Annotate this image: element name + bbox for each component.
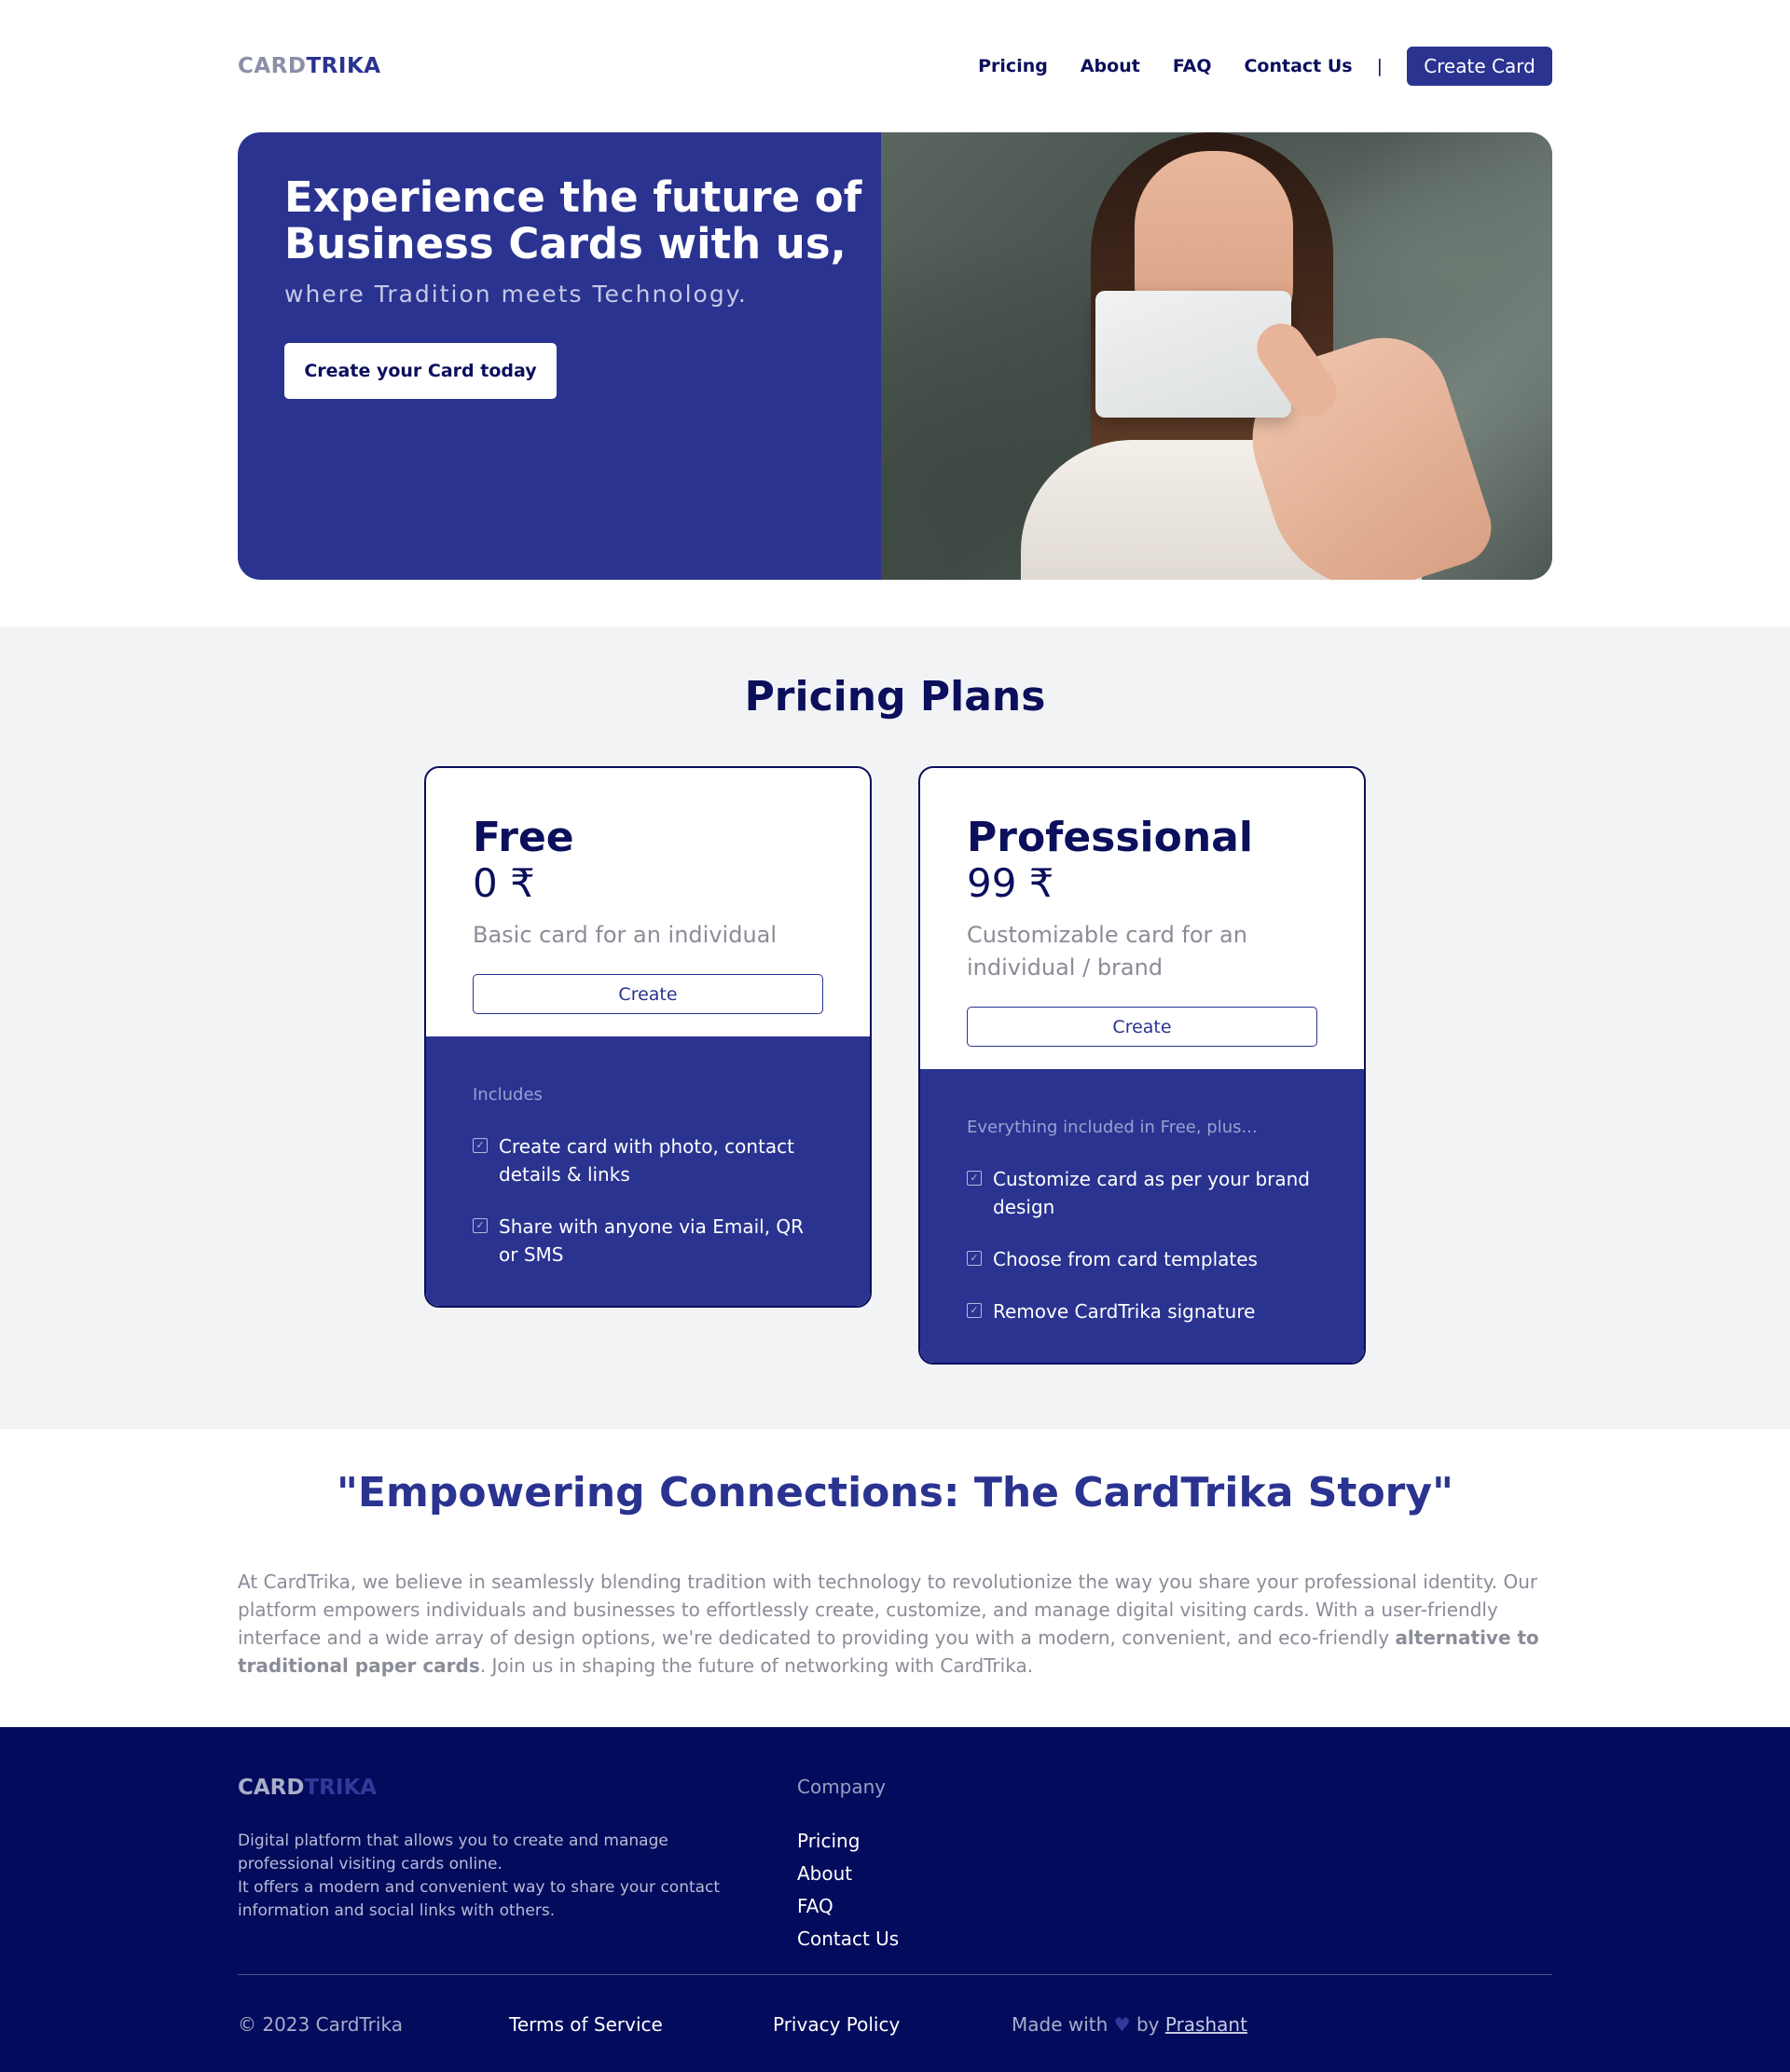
nav-separator: | [1376, 56, 1383, 76]
footer-description-line2: It offers a modern and convenient way to… [238, 1878, 721, 1920]
feature-item: ✓ Remove CardTrika signature [967, 1297, 1317, 1325]
checkbox-icon: ✓ [967, 1303, 982, 1318]
footer-credit: Made with ♥ by Prashant [1012, 2012, 1247, 2037]
hero-text-panel: Experience the future of Business Cards … [238, 132, 881, 580]
plan-features-label: Includes [473, 1085, 543, 1105]
plan-card-free: Free 0 ₹ Basic card for an individual Cr… [424, 766, 872, 1308]
footer-logo[interactable]: CARDTRIKA [238, 1776, 377, 1800]
plan-price: 0 ₹ [473, 860, 535, 906]
hero-banner: Experience the future of Business Cards … [238, 132, 1552, 580]
story-text-pre: At CardTrika, we believe in seamlessly b… [238, 1571, 1538, 1649]
terms-of-service-link[interactable]: Terms of Service [509, 2012, 663, 2037]
nav-link-faq[interactable]: FAQ [1173, 56, 1212, 76]
brand-logo-part1: CARD [238, 54, 307, 78]
brand-logo-part2: TRIKA [306, 54, 381, 78]
footer-link-pricing[interactable]: Pricing [797, 1825, 899, 1858]
create-your-card-button[interactable]: Create your Card today [284, 343, 557, 399]
footer-logo-part2: TRIKA [304, 1776, 378, 1800]
story-title: "Empowering Connections: The CardTrika S… [337, 1469, 1453, 1516]
feature-item: ✓ Share with anyone via Email, QR or SMS [473, 1213, 823, 1269]
hero-title: Experience the future of Business Cards … [284, 172, 862, 268]
pricing-title: Pricing Plans [744, 673, 1046, 720]
plan-description: Customizable card for an individual / br… [967, 922, 1247, 981]
brand-logo[interactable]: CARDTRIKA [238, 54, 381, 78]
by-text: by [1136, 2013, 1160, 2036]
feature-text: Customize card as per your brand design [993, 1168, 1310, 1218]
plan-features: Everything included in Free, plus... ✓ C… [920, 1069, 1364, 1363]
create-card-button[interactable]: Create Card [1407, 47, 1552, 86]
footer-description-line1: Digital platform that allows you to crea… [238, 1832, 668, 1873]
footer-description: Digital platform that allows you to crea… [238, 1830, 723, 1923]
nav-link-pricing[interactable]: Pricing [978, 56, 1048, 76]
pricing-section: Pricing Plans Free 0 ₹ Basic card for an… [0, 626, 1790, 1429]
plan-create-button[interactable]: Create [967, 1007, 1317, 1047]
plan-name: Professional [967, 814, 1253, 861]
privacy-policy-link[interactable]: Privacy Policy [773, 2012, 900, 2037]
checkbox-icon: ✓ [473, 1138, 488, 1153]
heart-icon: ♥ [1113, 2013, 1131, 2036]
author-link[interactable]: Prashant [1165, 2013, 1247, 2036]
nav-link-about[interactable]: About [1081, 56, 1140, 76]
footer-logo-part1: CARD [238, 1776, 305, 1800]
plan-create-button[interactable]: Create [473, 974, 823, 1014]
footer-divider [238, 1974, 1552, 1975]
feature-item: ✓ Choose from card templates [967, 1245, 1317, 1273]
plan-name: Free [473, 814, 574, 861]
footer-copyright: © 2023 CardTrika [238, 2013, 403, 2036]
story-paragraph: At CardTrika, we believe in seamlessly b… [238, 1568, 1552, 1680]
footer: CARDTRIKA Digital platform that allows y… [0, 1727, 1790, 2072]
hero-subtitle: where Tradition meets Technology. [284, 281, 748, 308]
top-nav: CARDTRIKA Pricing About FAQ Contact Us |… [238, 47, 1552, 86]
hero-photo [881, 132, 1552, 580]
plan-header: Free 0 ₹ Basic card for an individual Cr… [426, 768, 870, 1036]
plan-card-professional: Professional 99 ₹ Customizable card for … [918, 766, 1366, 1365]
footer-company-label: Company [797, 1776, 887, 1798]
checkbox-icon: ✓ [473, 1218, 488, 1233]
feature-text: Remove CardTrika signature [993, 1300, 1256, 1323]
plan-price: 99 ₹ [967, 860, 1054, 906]
feature-text: Choose from card templates [993, 1248, 1258, 1270]
plan-description: Basic card for an individual [473, 922, 778, 948]
feature-item: ✓ Customize card as per your brand desig… [967, 1165, 1317, 1221]
nav-links: Pricing About FAQ Contact Us | Create Ca… [945, 47, 1552, 86]
nav-link-contact[interactable]: Contact Us [1244, 56, 1352, 76]
plan-features: Includes ✓ Create card with photo, conta… [426, 1036, 870, 1306]
checkbox-icon: ✓ [967, 1251, 982, 1266]
made-with-text: Made with [1012, 2013, 1108, 2036]
footer-links: Pricing About FAQ Contact Us [797, 1825, 899, 1955]
plan-features-label: Everything included in Free, plus... [967, 1118, 1258, 1137]
footer-link-about[interactable]: About [797, 1858, 899, 1890]
plan-header: Professional 99 ₹ Customizable card for … [920, 768, 1364, 1069]
feature-text: Share with anyone via Email, QR or SMS [499, 1215, 805, 1266]
footer-link-faq[interactable]: FAQ [797, 1890, 899, 1923]
feature-text: Create card with photo, contact details … [499, 1135, 795, 1186]
story-text-post: . Join us in shaping the future of netwo… [479, 1654, 1034, 1677]
footer-link-contact[interactable]: Contact Us [797, 1923, 899, 1955]
checkbox-icon: ✓ [967, 1171, 982, 1186]
feature-item: ✓ Create card with photo, contact detail… [473, 1132, 823, 1188]
